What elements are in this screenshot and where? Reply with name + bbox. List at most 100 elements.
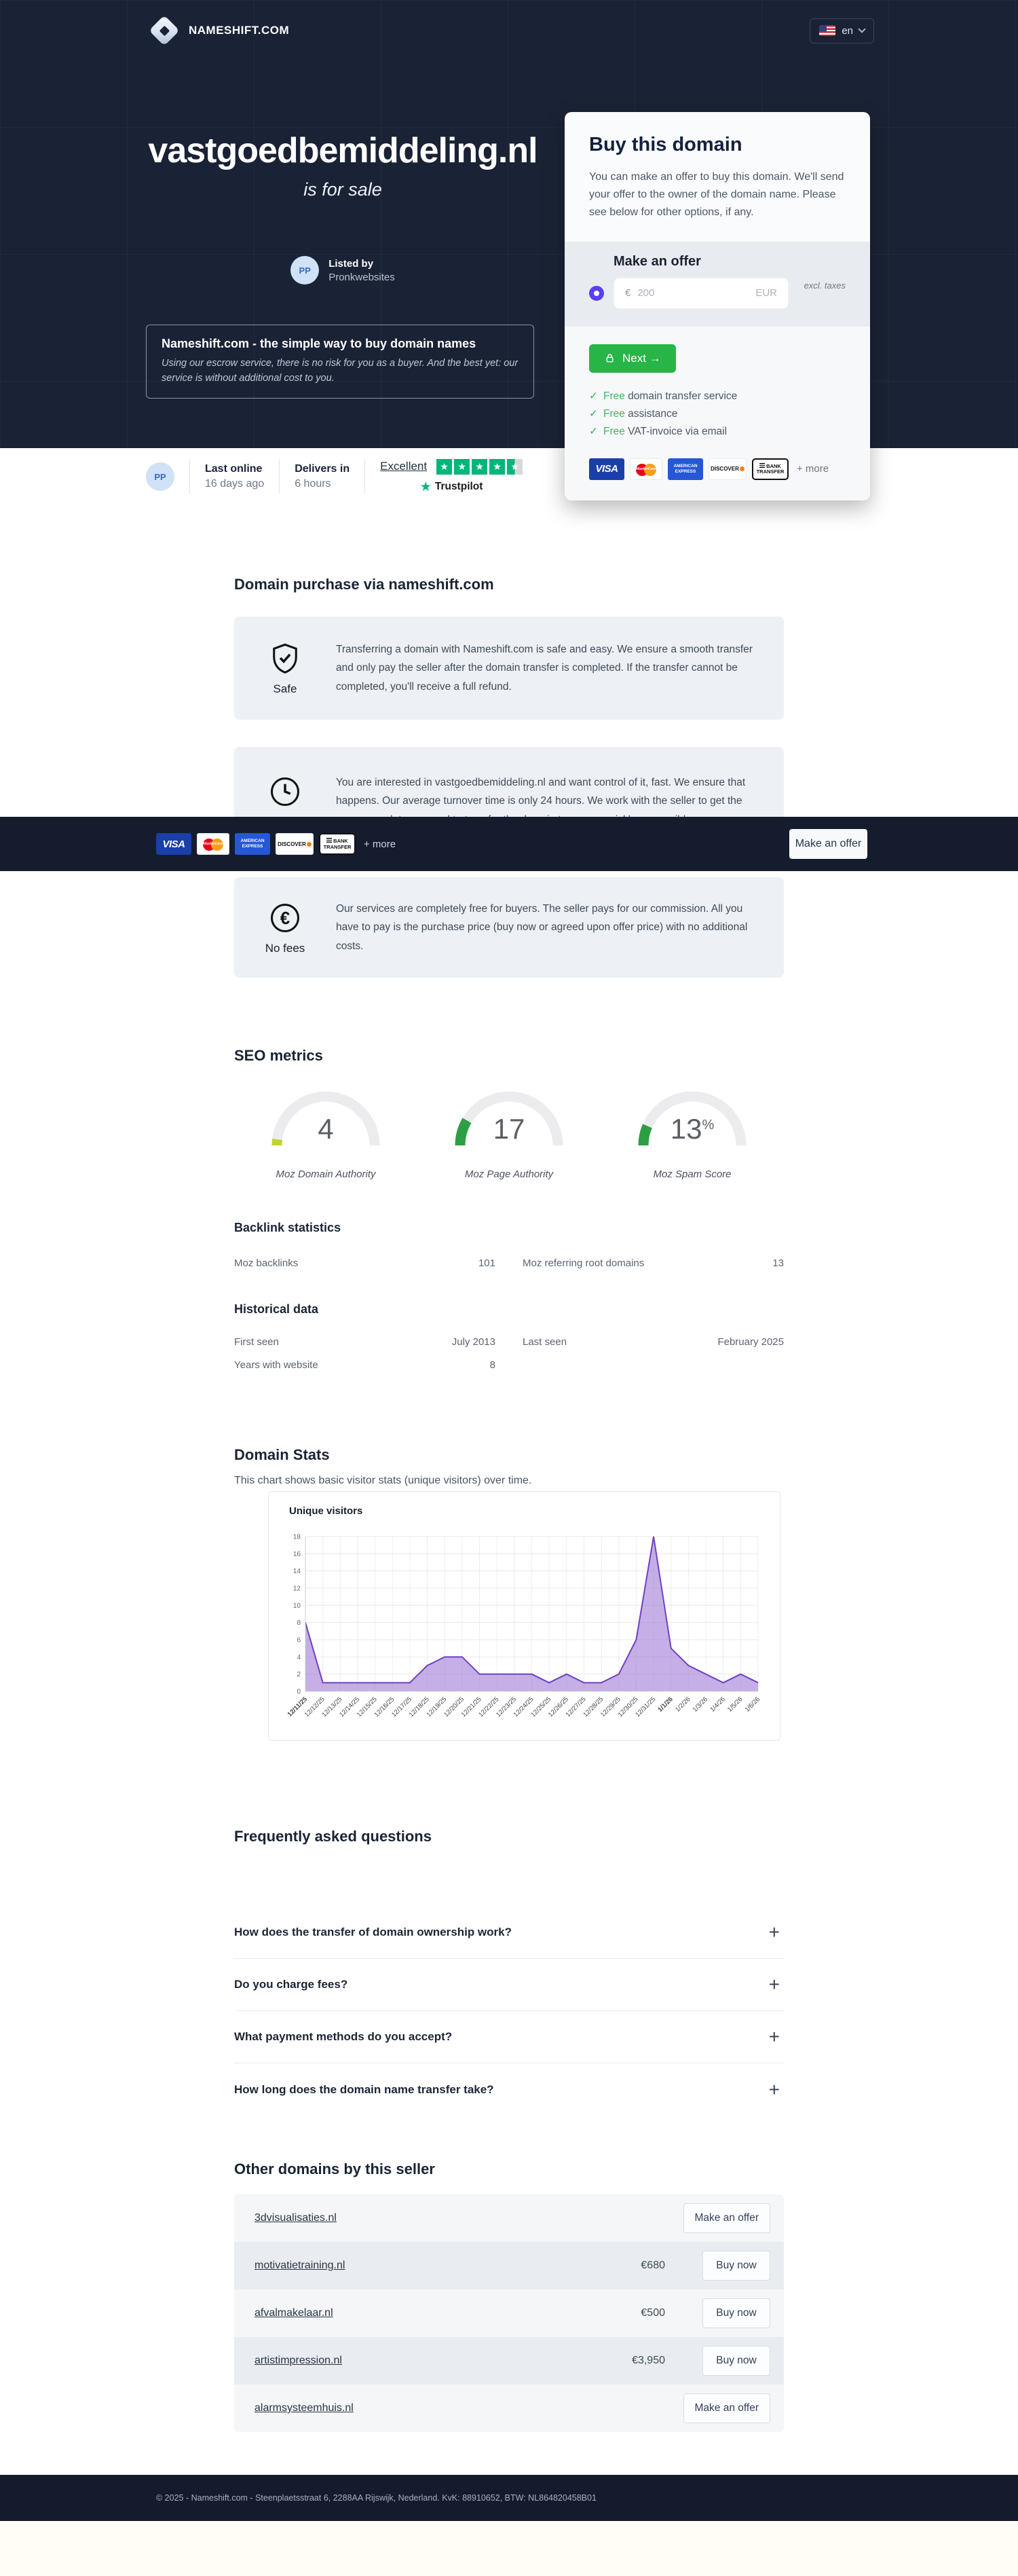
discover-icon: DISCOVER — [276, 833, 314, 855]
faq-title: Frequently asked questions — [234, 1828, 432, 1845]
info-box-title: Nameshift.com - the simple way to buy do… — [162, 337, 519, 351]
chart-title: Unique visitors — [289, 1505, 362, 1517]
chevron-down-icon — [858, 25, 865, 33]
benefit-item: ✓Free assistance — [589, 405, 846, 423]
offer-radio[interactable] — [589, 286, 604, 301]
faq-item-transfer[interactable]: How does the transfer of domain ownershi… — [234, 1907, 784, 1959]
info-box-text: Using our escrow service, there is no ri… — [162, 356, 519, 386]
next-button-label: Next → — [622, 352, 661, 365]
sticky-offer-bar: VISA MasterCard AMERICAN EXPRESS DISCOVE… — [0, 817, 1018, 871]
domain-action-button[interactable]: Make an offer — [683, 2393, 771, 2423]
faq-item-payments[interactable]: What payment methods do you accept? + — [234, 2011, 784, 2063]
listed-by: PP Listed by Pronkwebsites — [129, 256, 557, 284]
last-online-stat: Last online 16 days ago — [205, 463, 264, 490]
domain-link[interactable]: artistimpression.nl — [254, 2355, 342, 2367]
domain-link[interactable]: 3dvisualisaties.nl — [254, 2212, 337, 2224]
svg-text:1/6/26: 1/6/26 — [744, 1695, 761, 1713]
hero-content: vastgoedbemiddeling.nl is for sale PP Li… — [129, 0, 557, 284]
svg-text:1/1/26: 1/1/26 — [656, 1695, 674, 1713]
seo-section-title: SEO metrics — [234, 1047, 323, 1065]
backlinks-title: Backlink statistics — [234, 1221, 341, 1235]
svg-text:2: 2 — [297, 1671, 301, 1678]
domain-action-button[interactable]: Make an offer — [683, 2203, 771, 2233]
more-payments-label: + more — [797, 463, 829, 475]
svg-text:0: 0 — [297, 1689, 301, 1696]
buy-card-title: Buy this domain — [589, 134, 846, 156]
feature-no-fees: € No fees Our services are completely fr… — [234, 877, 784, 978]
domain-price: €3,950 — [557, 2355, 665, 2367]
plus-icon[interactable]: + — [769, 2026, 780, 2048]
half-star-icon: ★ — [507, 459, 523, 475]
domain-stats-title: Domain Stats — [234, 1446, 330, 1464]
language-selector[interactable]: en — [810, 18, 874, 43]
currency-code: EUR — [755, 287, 777, 299]
bank-transfer-icon: BANK TRANSFER — [319, 833, 356, 855]
trustpilot-star-icon: ★ — [420, 479, 432, 495]
domain-action-button[interactable]: Buy now — [702, 2298, 770, 2328]
svg-text:4: 4 — [297, 1654, 301, 1661]
page: NAMESHIFT.COM en vastgoedbemiddeling.nl … — [0, 0, 1018, 2576]
footer-text: © 2025 - Nameshift.com - Steenplaetsstra… — [156, 2493, 597, 2503]
table-row: afvalmakelaar.nl €500 Buy now — [234, 2289, 784, 2337]
domain-action-button[interactable]: Buy now — [702, 2346, 770, 2376]
faq-item-fees[interactable]: Do you charge fees? + — [234, 1959, 784, 2011]
svg-text:14: 14 — [293, 1568, 301, 1575]
buy-domain-card: Buy this domain You can make an offer to… — [565, 112, 870, 500]
domain-link[interactable]: alarmsysteemhuis.nl — [254, 2402, 354, 2414]
gauge-spam-score: 13% Moz Spam Score — [601, 1083, 784, 1180]
svg-text:1/3/26: 1/3/26 — [692, 1695, 709, 1713]
trustpilot-logo[interactable]: ★ Trustpilot — [420, 479, 483, 495]
trust-bar: PP Last online 16 days ago Delivers in 6… — [146, 458, 523, 496]
buy-card-description: You can make an offer to buy this domain… — [589, 168, 846, 221]
benefit-item: ✓Free domain transfer service — [589, 388, 846, 405]
visa-icon: VISA — [156, 833, 191, 855]
svg-text:10: 10 — [293, 1602, 301, 1610]
mastercard-icon: MasterCard — [197, 833, 229, 855]
svg-text:18: 18 — [293, 1534, 301, 1541]
next-button[interactable]: Next → — [589, 344, 676, 373]
excellent-link[interactable]: Excellent — [380, 460, 427, 473]
domain-link[interactable]: afvalmakelaar.nl — [254, 2307, 333, 2319]
footer: © 2025 - Nameshift.com - Steenplaetsstra… — [0, 2475, 1018, 2521]
star-icon: ★ — [489, 459, 505, 475]
historical-title: Historical data — [234, 1302, 318, 1317]
plus-icon[interactable]: + — [769, 1974, 780, 1995]
svg-text:€: € — [280, 908, 290, 928]
svg-text:1/5/26: 1/5/26 — [726, 1695, 744, 1713]
domain-link[interactable]: motivatietraining.nl — [254, 2260, 345, 2272]
domain-stats-subtitle: This chart shows basic visitor stats (un… — [234, 1475, 531, 1487]
seller-avatar: PP — [146, 462, 174, 491]
bottom-strip — [0, 2521, 1018, 2576]
years-with-website-stat: Years with website8 — [234, 1359, 495, 1371]
offer-amount-input[interactable] — [637, 287, 755, 299]
sticky-payment-methods: VISA MasterCard AMERICAN EXPRESS DISCOVE… — [156, 833, 396, 855]
benefits-list: ✓Free domain transfer service ✓Free assi… — [589, 388, 846, 441]
domain-title: vastgoedbemiddeling.nl — [129, 130, 557, 171]
plus-icon[interactable]: + — [769, 2079, 780, 2101]
star-rating: ★ ★ ★ ★ ★ — [436, 459, 523, 475]
feature-safe: Safe Transferring a domain with Nameshif… — [234, 617, 784, 720]
check-icon: ✓ — [589, 426, 598, 437]
first-seen-stat: First seenJuly 2013 — [234, 1336, 495, 1348]
unique-visitors-chart: 02468101214161812/11/2512/12/2512/13/251… — [282, 1524, 768, 1735]
delivers-in-stat: Delivers in 6 hours — [295, 463, 350, 490]
lock-icon — [604, 352, 616, 364]
discover-icon: DISCOVER — [709, 458, 747, 480]
listed-by-label: Listed by — [328, 258, 395, 270]
star-icon: ★ — [472, 459, 487, 475]
for-sale-tagline: is for sale — [129, 179, 557, 200]
seller-name: Pronkwebsites — [328, 272, 395, 283]
visitors-chart-card: Unique visitors 02468101214161812/11/251… — [268, 1491, 780, 1741]
domain-action-button[interactable]: Buy now — [702, 2251, 770, 2281]
euro-icon: € — [267, 900, 303, 936]
faq-item-duration[interactable]: How long does the domain name transfer t… — [234, 2063, 784, 2116]
moz-backlinks-stat: Moz backlinks101 — [234, 1257, 495, 1269]
check-icon: ✓ — [589, 408, 598, 420]
plus-icon[interactable]: + — [769, 1921, 780, 1943]
make-offer-heading: Make an offer — [614, 254, 846, 270]
star-icon: ★ — [454, 459, 470, 475]
svg-text:16: 16 — [293, 1551, 301, 1558]
sticky-make-offer-button[interactable]: Make an offer — [789, 829, 867, 859]
us-flag-icon — [819, 25, 835, 36]
shield-check-icon — [267, 641, 303, 676]
